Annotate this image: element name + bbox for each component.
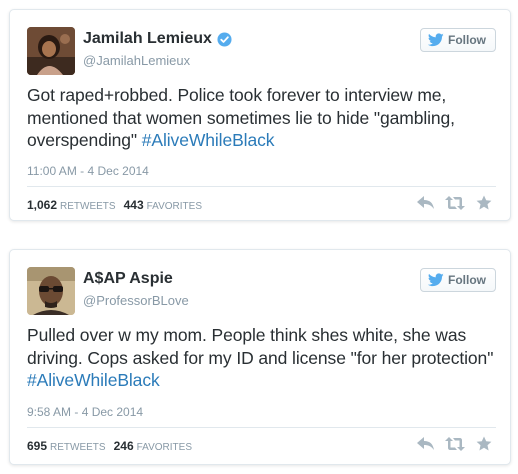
verified-badge-icon xyxy=(217,31,232,47)
star-icon xyxy=(476,436,492,451)
retweet-label[interactable]: RETWEETS xyxy=(60,201,116,212)
favorite-label[interactable]: FAVORITES xyxy=(137,442,192,453)
display-name[interactable]: A$AP Aspie xyxy=(83,269,189,289)
display-name[interactable]: Jamilah Lemieux xyxy=(83,29,232,49)
screen-name[interactable]: @JamilahLemieux xyxy=(83,52,232,70)
retweet-icon xyxy=(445,196,465,210)
retweet-icon xyxy=(445,437,465,451)
retweet-button[interactable] xyxy=(445,194,465,212)
favorite-count[interactable]: 443 xyxy=(124,198,144,212)
follow-label: Follow xyxy=(448,273,486,287)
reply-icon xyxy=(417,196,434,209)
display-name-text[interactable]: A$AP Aspie xyxy=(83,269,173,289)
tweet-actions xyxy=(407,435,494,453)
reply-button[interactable] xyxy=(416,435,436,453)
tweet-text-body: Pulled over w my mom. People think shes … xyxy=(27,325,494,368)
tweet-text: Got raped+robbed. Police took forever to… xyxy=(27,84,496,152)
divider xyxy=(27,186,496,187)
tweet-card: Jamilah Lemieux @JamilahLemieux Follow G… xyxy=(9,9,511,221)
retweet-count[interactable]: 1,062 xyxy=(27,198,57,212)
follow-button[interactable]: Follow xyxy=(420,268,496,292)
screen-name[interactable]: @ProfessorBLove xyxy=(83,292,189,310)
timestamp[interactable]: 11:00 AM - 4 Dec 2014 xyxy=(27,164,149,178)
retweet-button[interactable] xyxy=(445,435,465,453)
favorite-button[interactable] xyxy=(474,435,494,453)
tweet-stats: 695 RETWEETS 246 FAVORITES xyxy=(27,439,200,453)
reply-icon xyxy=(417,437,434,450)
hashtag-link[interactable]: #AliveWhileBlack xyxy=(27,370,160,390)
tweet-actions xyxy=(407,194,494,212)
favorite-count[interactable]: 246 xyxy=(114,439,134,453)
divider xyxy=(27,427,496,428)
tweet-stats: 1,062 RETWEETS 443 FAVORITES xyxy=(27,198,210,212)
timestamp[interactable]: 9:58 AM - 4 Dec 2014 xyxy=(27,405,143,419)
retweet-count[interactable]: 695 xyxy=(27,439,47,453)
favorite-button[interactable] xyxy=(474,194,494,212)
hashtag-link[interactable]: #AliveWhileBlack xyxy=(142,130,275,150)
avatar[interactable] xyxy=(27,27,75,75)
reply-button[interactable] xyxy=(416,194,436,212)
favorite-label[interactable]: FAVORITES xyxy=(147,201,202,212)
twitter-bird-icon xyxy=(428,33,444,47)
follow-button[interactable]: Follow xyxy=(420,28,496,52)
display-name-text[interactable]: Jamilah Lemieux xyxy=(83,29,212,49)
follow-label: Follow xyxy=(448,33,486,47)
twitter-bird-icon xyxy=(428,273,444,287)
retweet-label[interactable]: RETWEETS xyxy=(50,442,106,453)
star-icon xyxy=(476,195,492,210)
tweet-text: Pulled over w my mom. People think shes … xyxy=(27,324,496,392)
avatar[interactable] xyxy=(27,267,75,315)
tweet-card: A$AP Aspie @ProfessorBLove Follow Pulled… xyxy=(9,249,511,465)
